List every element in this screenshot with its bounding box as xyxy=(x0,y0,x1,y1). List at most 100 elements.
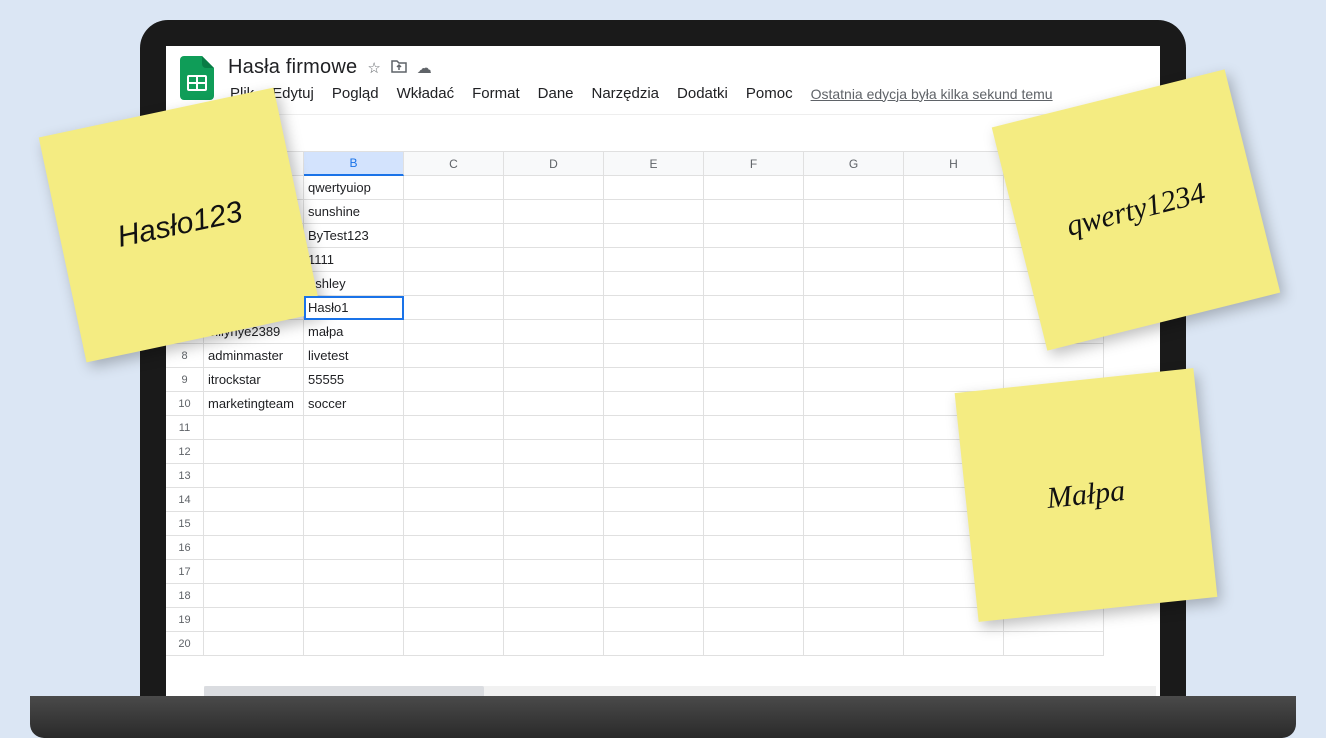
cell[interactable] xyxy=(804,608,904,632)
cell[interactable] xyxy=(504,320,604,344)
cell[interactable] xyxy=(704,536,804,560)
cell[interactable] xyxy=(504,560,604,584)
row-header[interactable]: 20 xyxy=(166,632,204,656)
cell[interactable] xyxy=(204,440,304,464)
cell[interactable] xyxy=(404,200,504,224)
cell[interactable] xyxy=(504,584,604,608)
cell[interactable] xyxy=(704,416,804,440)
cell[interactable] xyxy=(904,272,1004,296)
cell[interactable] xyxy=(404,368,504,392)
cell[interactable] xyxy=(604,584,704,608)
cell[interactable] xyxy=(404,512,504,536)
row-header[interactable]: 8 xyxy=(166,344,204,368)
cell[interactable] xyxy=(504,176,604,200)
cell[interactable] xyxy=(504,272,604,296)
cell[interactable] xyxy=(504,608,604,632)
cell[interactable] xyxy=(504,488,604,512)
cell[interactable] xyxy=(304,464,404,488)
cell[interactable] xyxy=(704,176,804,200)
cell[interactable] xyxy=(704,224,804,248)
cell[interactable] xyxy=(504,224,604,248)
cell[interactable] xyxy=(704,272,804,296)
cell[interactable] xyxy=(404,176,504,200)
cell[interactable] xyxy=(804,272,904,296)
cell[interactable] xyxy=(604,272,704,296)
cell[interactable] xyxy=(704,512,804,536)
cell[interactable] xyxy=(804,176,904,200)
cell[interactable] xyxy=(804,200,904,224)
cell[interactable]: Hasło1 xyxy=(304,296,404,320)
cell[interactable] xyxy=(404,416,504,440)
cell[interactable] xyxy=(804,392,904,416)
cell[interactable] xyxy=(404,224,504,248)
star-icon[interactable]: ☆ xyxy=(367,59,380,77)
cell[interactable] xyxy=(204,608,304,632)
cell[interactable] xyxy=(704,200,804,224)
cell[interactable] xyxy=(304,536,404,560)
cell[interactable] xyxy=(604,296,704,320)
cell[interactable]: sunshine xyxy=(304,200,404,224)
cell[interactable]: adminmaster xyxy=(204,344,304,368)
row-header[interactable]: 16 xyxy=(166,536,204,560)
column-header[interactable]: G xyxy=(804,152,904,176)
cell[interactable] xyxy=(204,560,304,584)
cell[interactable] xyxy=(804,632,904,656)
cell[interactable] xyxy=(504,512,604,536)
cell[interactable] xyxy=(304,584,404,608)
cell[interactable] xyxy=(904,200,1004,224)
cell[interactable] xyxy=(604,344,704,368)
cell[interactable] xyxy=(604,464,704,488)
row-header[interactable]: 11 xyxy=(166,416,204,440)
cell[interactable] xyxy=(904,224,1004,248)
cell[interactable] xyxy=(304,560,404,584)
cell[interactable] xyxy=(604,632,704,656)
cell[interactable] xyxy=(804,344,904,368)
menu-wkładać[interactable]: Wkładać xyxy=(397,85,455,102)
cell[interactable] xyxy=(304,512,404,536)
cell[interactable] xyxy=(704,464,804,488)
row-header[interactable]: 15 xyxy=(166,512,204,536)
cell[interactable] xyxy=(204,416,304,440)
column-header[interactable]: H xyxy=(904,152,1004,176)
cell[interactable] xyxy=(404,248,504,272)
cell[interactable]: qwertyuiop xyxy=(304,176,404,200)
row-header[interactable]: 13 xyxy=(166,464,204,488)
cell[interactable] xyxy=(804,320,904,344)
cell[interactable] xyxy=(304,416,404,440)
cell[interactable] xyxy=(204,488,304,512)
menu-dodatki[interactable]: Dodatki xyxy=(677,85,728,102)
cell[interactable] xyxy=(204,584,304,608)
cell[interactable] xyxy=(1004,632,1104,656)
cell[interactable] xyxy=(804,248,904,272)
cell[interactable] xyxy=(604,608,704,632)
cell[interactable] xyxy=(304,632,404,656)
row-header[interactable]: 18 xyxy=(166,584,204,608)
cell[interactable] xyxy=(504,200,604,224)
cell[interactable] xyxy=(404,440,504,464)
menu-pogląd[interactable]: Pogląd xyxy=(332,85,379,102)
cell[interactable] xyxy=(804,440,904,464)
last-edit-link[interactable]: Ostatnia edycja była kilka sekund temu xyxy=(811,86,1053,102)
row-header[interactable]: 14 xyxy=(166,488,204,512)
cell[interactable] xyxy=(704,320,804,344)
cell[interactable] xyxy=(504,416,604,440)
cell[interactable]: ByTest123 xyxy=(304,224,404,248)
cell[interactable] xyxy=(404,296,504,320)
cell[interactable] xyxy=(904,368,1004,392)
cloud-sync-icon[interactable]: ☁ xyxy=(417,59,432,77)
cell[interactable] xyxy=(404,608,504,632)
cell[interactable] xyxy=(404,560,504,584)
cell[interactable] xyxy=(704,296,804,320)
cell[interactable] xyxy=(804,512,904,536)
cell[interactable] xyxy=(604,320,704,344)
menu-pomoc[interactable]: Pomoc xyxy=(746,85,793,102)
cell[interactable]: 1111 xyxy=(304,248,404,272)
cell[interactable] xyxy=(804,416,904,440)
cell[interactable] xyxy=(404,488,504,512)
cell[interactable] xyxy=(604,368,704,392)
row-header[interactable]: 12 xyxy=(166,440,204,464)
cell[interactable] xyxy=(904,296,1004,320)
column-header[interactable]: F xyxy=(704,152,804,176)
cell[interactable] xyxy=(404,392,504,416)
row-header[interactable]: 10 xyxy=(166,392,204,416)
